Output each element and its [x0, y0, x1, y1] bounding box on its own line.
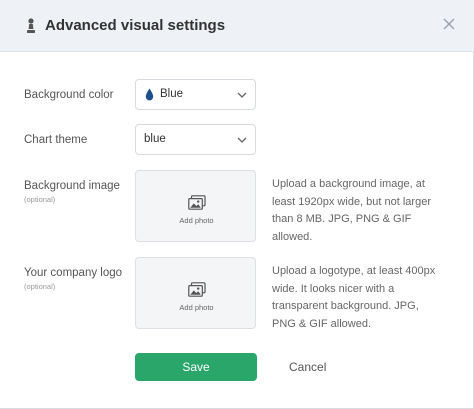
save-button[interactable]: Save [135, 353, 257, 381]
chart-theme-value: blue [144, 133, 166, 145]
chart-theme-select[interactable]: blue [135, 124, 256, 155]
photo-icon [188, 195, 206, 210]
company-logo-help: Upload a logotype, at least 400px wide. … [272, 265, 436, 330]
photo-icon [188, 282, 206, 297]
dialog-title: Advanced visual settings [45, 17, 226, 34]
company-logo-optional: (optional) [24, 282, 56, 291]
background-image-label: Background image [24, 180, 120, 192]
background-image-help: Upload a background image, at least 1920… [272, 178, 431, 243]
advanced-visual-settings-dialog: Advanced visual settings Background colo… [0, 0, 474, 409]
company-logo-label: Your company logo [24, 267, 123, 279]
add-photo-label: Add photo [179, 303, 214, 312]
close-icon[interactable] [440, 15, 458, 33]
add-photo-label: Add photo [179, 216, 214, 225]
dialog-header: Advanced visual settings [0, 0, 474, 52]
chevron-down-icon [237, 137, 247, 143]
water-drop-icon [145, 88, 154, 101]
background-image-upload[interactable]: Add photo [135, 170, 256, 242]
company-logo-upload[interactable]: Add photo [135, 257, 256, 329]
background-image-optional: (optional) [24, 195, 56, 204]
chevron-down-icon [237, 92, 247, 98]
background-color-label: Background color [24, 89, 114, 101]
chart-theme-label: Chart theme [24, 134, 88, 146]
pawn-icon [27, 18, 35, 33]
cancel-button[interactable]: Cancel [289, 360, 326, 374]
background-color-select[interactable]: Blue [135, 79, 256, 110]
background-color-value: Blue [160, 88, 184, 100]
